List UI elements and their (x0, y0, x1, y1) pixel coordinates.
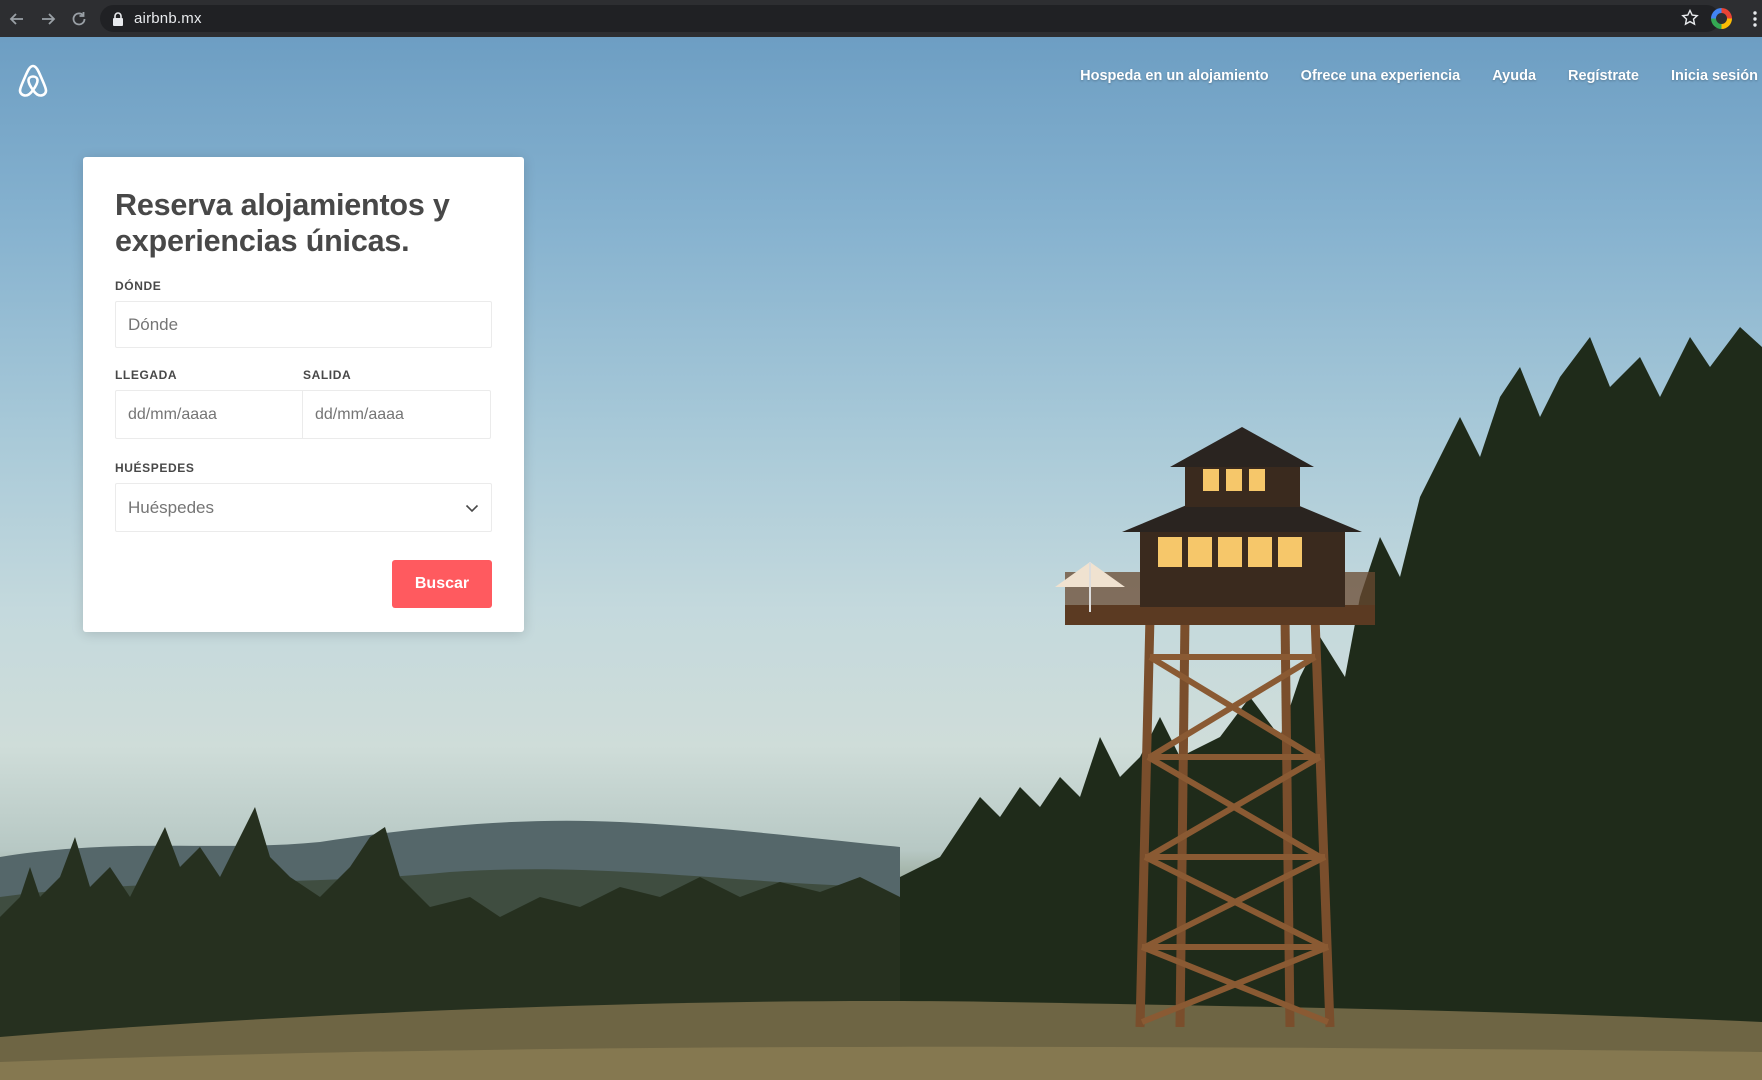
checkout-group: SALIDA (302, 368, 491, 439)
guests-value: Huéspedes (128, 497, 215, 517)
reload-icon (72, 11, 86, 25)
google-account-icon[interactable] (1711, 8, 1732, 29)
search-title: Reserva alojamientos y experiencias únic… (115, 188, 450, 258)
star-icon[interactable] (1680, 8, 1700, 28)
dates-row: LLEGADA SALIDA (115, 368, 492, 439)
arrow-right-icon (42, 12, 56, 25)
where-input[interactable] (115, 301, 492, 348)
reload-button[interactable] (65, 5, 93, 33)
vertical-dots-icon[interactable] (1752, 9, 1758, 29)
guests-select[interactable]: Huéspedes (115, 483, 492, 532)
forward-button[interactable] (34, 5, 62, 33)
checkin-group: LLEGADA (115, 368, 304, 439)
search-card: Reserva alojamientos y experiencias únic… (83, 157, 524, 632)
checkin-label: LLEGADA (115, 368, 178, 382)
nav-host-experience[interactable]: Ofrece una experiencia (1301, 68, 1461, 84)
guests-group: HUÉSPEDES Huéspedes (115, 461, 492, 532)
checkout-input[interactable] (302, 390, 491, 439)
top-navigation: Hospeda en un alojamiento Ofrece una exp… (1048, 68, 1758, 84)
site-header: Hospeda en un alojamiento Ofrece una exp… (0, 37, 1762, 117)
lock-icon (113, 11, 123, 26)
airbnb-belo-icon[interactable] (16, 62, 50, 98)
chevron-down-icon (465, 504, 479, 512)
nav-login[interactable]: Inicia sesión (1671, 68, 1758, 84)
address-bar[interactable]: airbnb.mx (100, 5, 1720, 32)
browser-toolbar: airbnb.mx (0, 0, 1762, 37)
url-text: airbnb.mx (134, 10, 202, 27)
where-label: DÓNDE (115, 279, 162, 293)
nav-signup[interactable]: Regístrate (1568, 68, 1639, 84)
nav-help[interactable]: Ayuda (1492, 68, 1536, 84)
arrow-left-icon (9, 12, 23, 25)
search-button[interactable]: Buscar (392, 560, 492, 608)
checkin-input[interactable] (115, 390, 304, 439)
checkout-label: SALIDA (303, 368, 352, 382)
back-button[interactable] (3, 5, 31, 33)
nav-host-home[interactable]: Hospeda en un alojamiento (1080, 68, 1269, 84)
guests-label: HUÉSPEDES (115, 461, 195, 475)
